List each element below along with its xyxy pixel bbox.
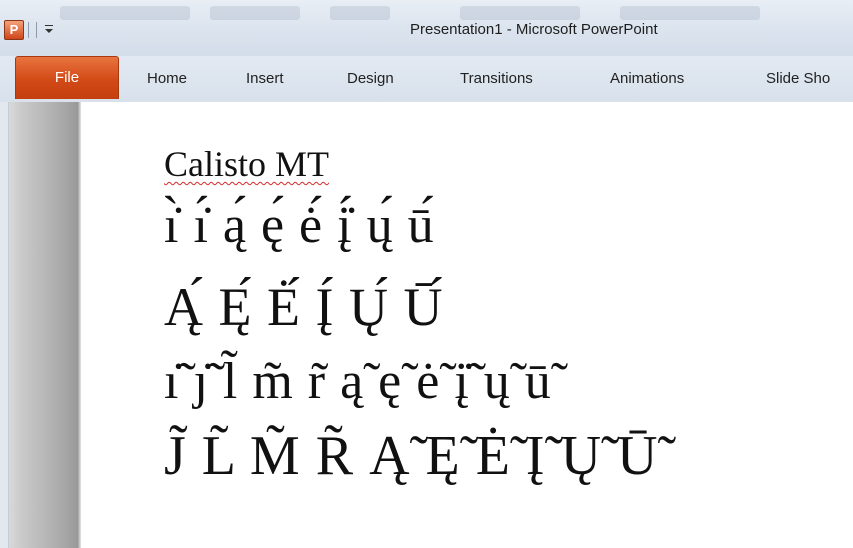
blurred-titlebar-area [210,6,300,20]
tab-transitions[interactable]: Transitions [460,70,533,87]
uppercase-tilde-line[interactable]: J̃ L̃ M̃ R̃ Ą̃ Ę̃ Ė̃ Į̃ Ų̃ Ū̃ [164,424,658,488]
lowercase-acute-line[interactable]: ı̇̀ ı̇́ ą́ ę́ ė́ į̇́ ų́ ū́ [164,196,435,256]
uppercase-acute-line[interactable]: Ą́ Ę́ Ė́ Į́ Ų́ Ū́ [164,276,443,338]
tab-home[interactable]: Home [147,70,187,87]
blurred-titlebar-area [60,6,190,20]
blurred-titlebar-area [620,6,760,20]
window-title: Presentation1 - Microsoft PowerPoint [410,21,658,38]
blurred-titlebar-area [460,6,580,20]
slides-pane-edge[interactable] [0,102,9,548]
tab-animations[interactable]: Animations [610,70,684,87]
tab-insert[interactable]: Insert [246,70,284,87]
customize-quick-access-dropdown-icon[interactable] [42,21,56,37]
powerpoint-icon[interactable]: P [4,20,24,40]
qat-separator [28,22,29,38]
font-name-text[interactable]: Calisto MT [164,142,329,186]
blurred-titlebar-area [330,6,390,20]
tab-slide-show[interactable]: Slide Sho [766,70,830,87]
lowercase-tilde-line[interactable]: ı̇̃ ȷ̇̃ l̃ m̃ r̃ ą̃ ę̃ ė̃ į̇̃ ų̃ ū̃ [164,352,552,412]
tab-design[interactable]: Design [347,70,394,87]
qat-separator [36,22,37,38]
ribbon-tab-bar [0,56,853,103]
title-bar: P Presentation1 - Microsoft PowerPoint [0,0,853,56]
slide-gutter [9,102,77,548]
file-tab[interactable]: File [15,56,119,99]
font-name-label: Calisto MT [164,144,330,184]
